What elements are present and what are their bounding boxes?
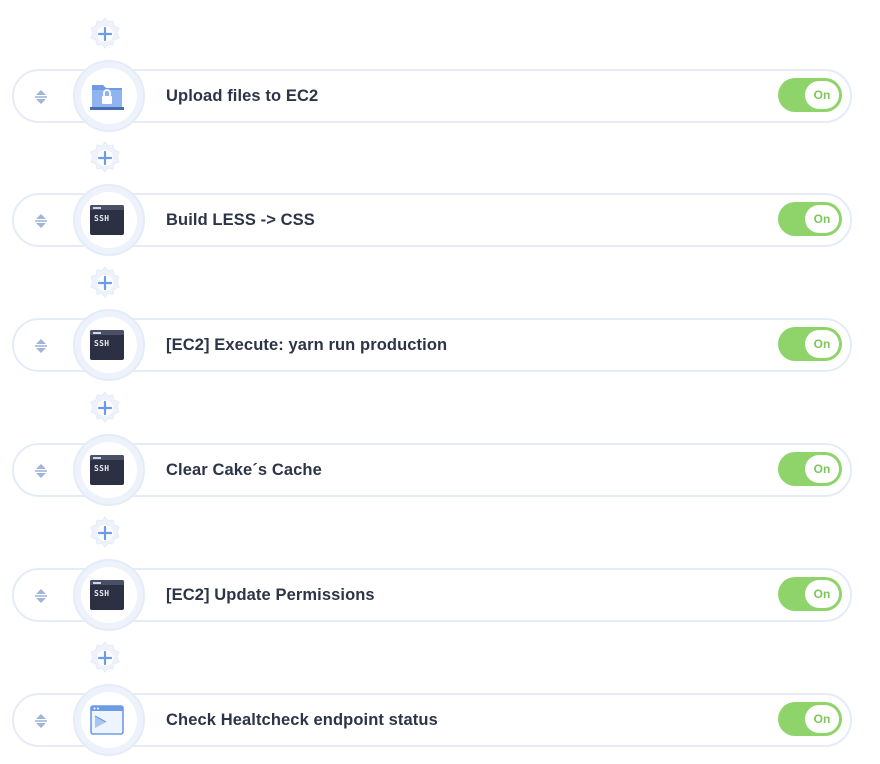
- pipeline-step[interactable]: SSH [EC2] Execute: yarn run production O…: [12, 309, 852, 381]
- step-title: [EC2] Execute: yarn run production: [166, 336, 448, 354]
- step-title: Check Healtcheck endpoint status: [166, 711, 438, 729]
- drag-handle-icon[interactable]: [33, 712, 49, 730]
- ssh-terminal-icon: SSH: [90, 205, 124, 235]
- ssh-icon-text: SSH: [94, 214, 110, 223]
- add-step-button[interactable]: [88, 17, 122, 51]
- add-step-button[interactable]: [88, 516, 122, 550]
- step-enabled-toggle[interactable]: On: [778, 327, 842, 361]
- drag-handle-icon[interactable]: [33, 88, 49, 106]
- drag-handle-icon[interactable]: [33, 212, 49, 230]
- ssh-icon-text: SSH: [94, 339, 110, 348]
- pipeline-step[interactable]: SSH Clear Cake´s Cache On: [12, 434, 852, 506]
- add-step-gear-icon: [90, 391, 120, 423]
- step-title: Clear Cake´s Cache: [166, 461, 322, 479]
- toggle-state-label: On: [805, 455, 839, 483]
- add-step-button[interactable]: [88, 141, 122, 175]
- ssh-icon-text: SSH: [94, 464, 110, 473]
- pipeline-step[interactable]: SSH [EC2] Update Permissions On: [12, 559, 852, 631]
- toggle-state-label: On: [805, 81, 839, 109]
- step-enabled-toggle[interactable]: On: [778, 202, 842, 236]
- ssh-icon-text: SSH: [94, 589, 110, 598]
- add-step-gear-icon: [90, 266, 120, 298]
- drag-handle-icon[interactable]: [33, 337, 49, 355]
- toggle-state-label: On: [805, 705, 839, 733]
- ssh-terminal-icon: SSH: [90, 580, 124, 610]
- drag-handle-icon[interactable]: [33, 462, 49, 480]
- add-step-gear-icon: [90, 141, 120, 173]
- pipeline-step[interactable]: Check Healtcheck endpoint status On: [12, 684, 852, 756]
- pipeline-step[interactable]: SSH Build LESS -> CSS On: [12, 184, 852, 256]
- toggle-state-label: On: [805, 580, 839, 608]
- toggle-state-label: On: [805, 205, 839, 233]
- step-title: Build LESS -> CSS: [166, 211, 315, 229]
- add-step-gear-icon: [90, 17, 120, 49]
- step-enabled-toggle[interactable]: On: [778, 577, 842, 611]
- step-title: [EC2] Update Permissions: [166, 586, 375, 604]
- add-step-gear-icon: [90, 516, 120, 548]
- ssh-terminal-icon: SSH: [90, 330, 124, 360]
- add-step-button[interactable]: [88, 391, 122, 425]
- add-step-button[interactable]: [88, 266, 122, 300]
- add-step-gear-icon: [90, 641, 120, 673]
- healthcheck-browser-icon: [90, 705, 124, 735]
- ssh-terminal-icon: SSH: [90, 455, 124, 485]
- drag-handle-icon[interactable]: [33, 587, 49, 605]
- add-step-button[interactable]: [88, 641, 122, 675]
- step-enabled-toggle[interactable]: On: [778, 78, 842, 112]
- upload-folder-icon: [90, 81, 124, 111]
- pipeline-step[interactable]: Upload files to EC2 On: [12, 60, 852, 132]
- step-enabled-toggle[interactable]: On: [778, 452, 842, 486]
- toggle-state-label: On: [805, 330, 839, 358]
- step-enabled-toggle[interactable]: On: [778, 702, 842, 736]
- step-title: Upload files to EC2: [166, 87, 319, 105]
